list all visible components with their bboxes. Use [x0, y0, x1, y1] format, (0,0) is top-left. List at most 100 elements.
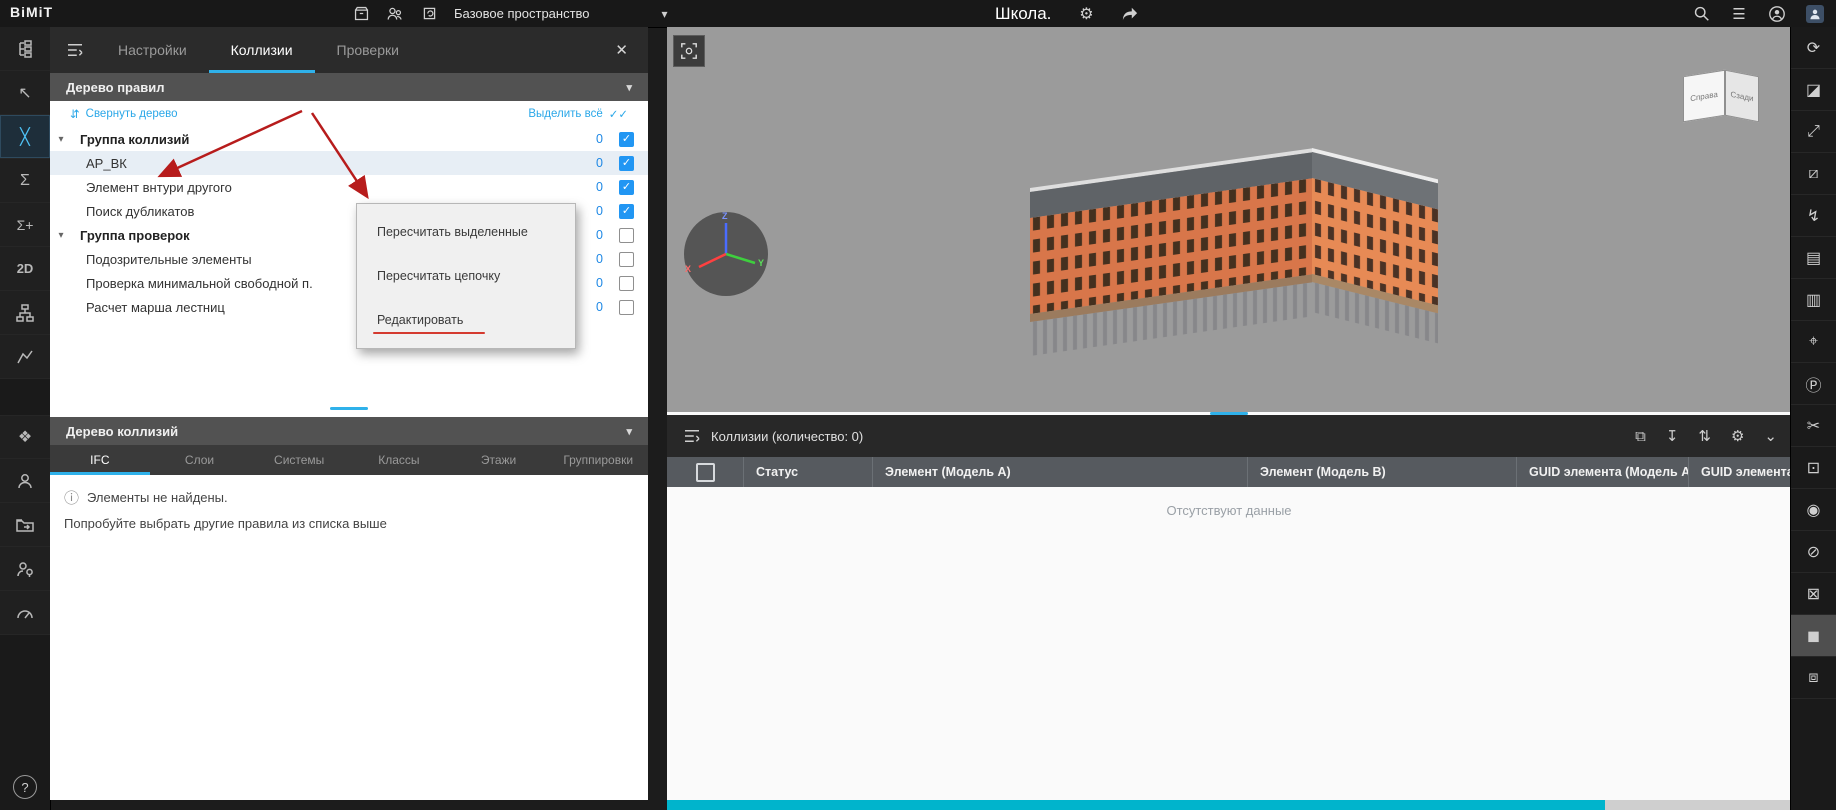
panel-tab[interactable]: Коллизии — [209, 27, 315, 73]
user-profile-icon[interactable] — [1806, 5, 1824, 23]
table-column-header[interactable]: Элемент (Модель B) — [1247, 457, 1516, 487]
remove-selection-icon[interactable]: ⊠ — [1791, 573, 1836, 615]
rule-checkbox[interactable] — [619, 252, 634, 267]
context-menu-item[interactable]: Редактировать — [357, 298, 575, 342]
right-toolbar: ⟳ ◪ ⤢ ⧄ ↯ ▤ ▥ ⌖ Ⓟ ✂ ⊡ ◉ ⊘ ⊠ ◼ ⧈ — [1790, 27, 1836, 810]
panel-resize-handle[interactable] — [330, 407, 368, 410]
user-location-icon[interactable] — [0, 547, 50, 591]
info-icon: ⓘ — [64, 487, 79, 508]
duplicate-icon[interactable]: ⧉ — [1635, 428, 1646, 445]
sort-icon[interactable]: ⇅ — [1698, 427, 1711, 445]
center-model-icon[interactable]: ⌖ — [1791, 321, 1836, 363]
workspace-cube-icon[interactable] — [420, 5, 438, 23]
solid-view-icon[interactable]: ◼ — [1791, 615, 1836, 657]
rule-tree-row[interactable]: Элемент внтури другого0✓ — [50, 175, 648, 199]
table-menu-icon[interactable] — [683, 429, 701, 443]
table-column-header[interactable]: Элемент (Модель A) — [872, 457, 1247, 487]
dashboard-gauge-icon[interactable] — [0, 591, 50, 635]
model-tree-icon[interactable] — [0, 27, 50, 71]
navcube-face[interactable]: Сзади — [1725, 70, 1759, 123]
shared-folder-icon[interactable] — [0, 503, 50, 547]
cube-select-icon[interactable]: ◪ — [1791, 69, 1836, 111]
collaboration-icon[interactable] — [386, 5, 404, 23]
select-elements-icon[interactable]: ↖ — [0, 71, 50, 115]
collapse-tree-label: Свернуть дерево — [86, 108, 178, 120]
account-circle-icon[interactable] — [1768, 5, 1786, 23]
axis-gizmo[interactable]: Z Y X — [681, 209, 771, 299]
horizontal-scrollbar-thumb[interactable] — [667, 800, 1605, 810]
plugins-icon[interactable]: ❖ — [0, 415, 50, 459]
table-column-header[interactable]: Статус — [743, 457, 872, 487]
orbit-icon[interactable]: ⟳ — [1791, 27, 1836, 69]
sum-icon[interactable]: Σ — [0, 159, 50, 203]
plan-view-icon[interactable]: Ⓟ — [1791, 363, 1836, 405]
scheme-icon[interactable] — [0, 291, 50, 335]
rule-checkbox[interactable]: ✓ — [619, 180, 634, 195]
horizontal-scrollbar-track[interactable] — [667, 800, 1791, 810]
app-logo[interactable]: BiMiT — [10, 4, 53, 20]
collision-filter-tab[interactable]: Группировки — [548, 445, 648, 475]
rule-checkbox[interactable]: ✓ — [619, 132, 634, 147]
show-element-icon[interactable]: ◉ — [1791, 489, 1836, 531]
collisions-tree-header[interactable]: Дерево коллизий ▾ — [50, 417, 648, 445]
wireframe-box-icon[interactable]: ⊡ — [1791, 447, 1836, 489]
collision-filter-tab[interactable]: Системы — [249, 445, 349, 475]
measure-icon[interactable]: ⧄ — [1791, 153, 1836, 195]
rule-checkbox[interactable] — [619, 276, 634, 291]
user-icon[interactable] — [0, 459, 50, 503]
sum-add-icon[interactable]: Σ+ — [0, 203, 50, 247]
collapse-panel-icon[interactable]: ⌄ — [1764, 427, 1777, 445]
lightning-icon[interactable]: ↯ — [1791, 195, 1836, 237]
section-box-icon[interactable]: ⧈ — [1791, 657, 1836, 699]
settings-gear-icon[interactable]: ⚙ — [1077, 5, 1095, 23]
graphs-icon[interactable] — [0, 335, 50, 379]
panel-tab[interactable]: Проверки — [315, 27, 421, 73]
rule-checkbox[interactable]: ✓ — [619, 156, 634, 171]
search-icon[interactable] — [1692, 5, 1710, 23]
hide-element-icon[interactable]: ⊘ — [1791, 531, 1836, 573]
select-all-checkbox[interactable] — [696, 463, 715, 482]
rule-checkbox[interactable] — [619, 300, 634, 315]
building-model[interactable] — [1012, 132, 1472, 382]
menu-list-icon[interactable]: ☰ — [1730, 5, 1748, 23]
select-all-button[interactable]: Выделить всё ✓✓ — [522, 106, 634, 122]
rule-tree-row[interactable]: АР_ВК0✓ — [50, 151, 648, 175]
collision-filter-tab[interactable]: Слои — [150, 445, 250, 475]
chevron-down-icon[interactable]: ▾ — [626, 81, 632, 94]
focus-mode-button[interactable] — [673, 35, 705, 67]
clip-box-icon[interactable]: ▥ — [1791, 279, 1836, 321]
projects-box-icon[interactable] — [352, 5, 370, 23]
workspace-selector[interactable]: Базовое пространство — [454, 6, 590, 21]
section-plane-icon[interactable]: ▤ — [1791, 237, 1836, 279]
context-menu-item[interactable]: Пересчитать выделенные — [357, 210, 575, 254]
viewport-3d[interactable]: Справа Сзади Z Y X — [667, 27, 1791, 412]
collision-filter-tab[interactable]: Этажи — [449, 445, 549, 475]
close-panel-button[interactable]: ✕ — [609, 40, 634, 60]
collapse-arrow-icon[interactable]: ▾ — [50, 230, 72, 241]
2d-view-icon[interactable]: 2D — [0, 247, 50, 291]
panel-menu-icon[interactable] — [66, 43, 84, 57]
collapse-arrow-icon[interactable]: ▾ — [50, 134, 72, 145]
chevron-down-icon[interactable]: ▾ — [626, 425, 632, 438]
navcube-face[interactable]: Справа — [1683, 70, 1725, 123]
table-column-header[interactable]: GUID элемента (Модель B) — [1688, 457, 1791, 487]
chevron-down-icon[interactable]: ▾ — [662, 7, 668, 21]
collapse-tree-button[interactable]: ⇵ Свернуть дерево — [64, 106, 184, 122]
table-settings-icon[interactable]: ⚙ — [1731, 427, 1744, 445]
help-icon[interactable]: ? — [13, 775, 37, 799]
export-icon[interactable]: ↧ — [1666, 427, 1679, 445]
collision-filter-tab[interactable]: IFC — [50, 445, 150, 475]
collision-filter-tab[interactable]: Классы — [349, 445, 449, 475]
rule-checkbox[interactable] — [619, 228, 634, 243]
rules-tree-header[interactable]: Дерево правил ▾ — [50, 73, 648, 101]
share-icon[interactable] — [1121, 5, 1139, 23]
context-menu-item[interactable]: Пересчитать цепочку — [357, 254, 575, 298]
rule-checkbox[interactable]: ✓ — [619, 204, 634, 219]
panel-tab[interactable]: Настройки — [96, 27, 209, 73]
navigation-cube[interactable]: Справа Сзади — [1683, 65, 1761, 127]
fit-view-icon[interactable]: ⤢ — [1791, 111, 1836, 153]
collisions-icon[interactable]: ╳ — [0, 115, 50, 159]
rule-tree-row[interactable]: ▾Группа коллизий0✓ — [50, 127, 648, 151]
table-column-header[interactable]: GUID элемента (Модель A) — [1516, 457, 1688, 487]
cut-section-icon[interactable]: ✂ — [1791, 405, 1836, 447]
